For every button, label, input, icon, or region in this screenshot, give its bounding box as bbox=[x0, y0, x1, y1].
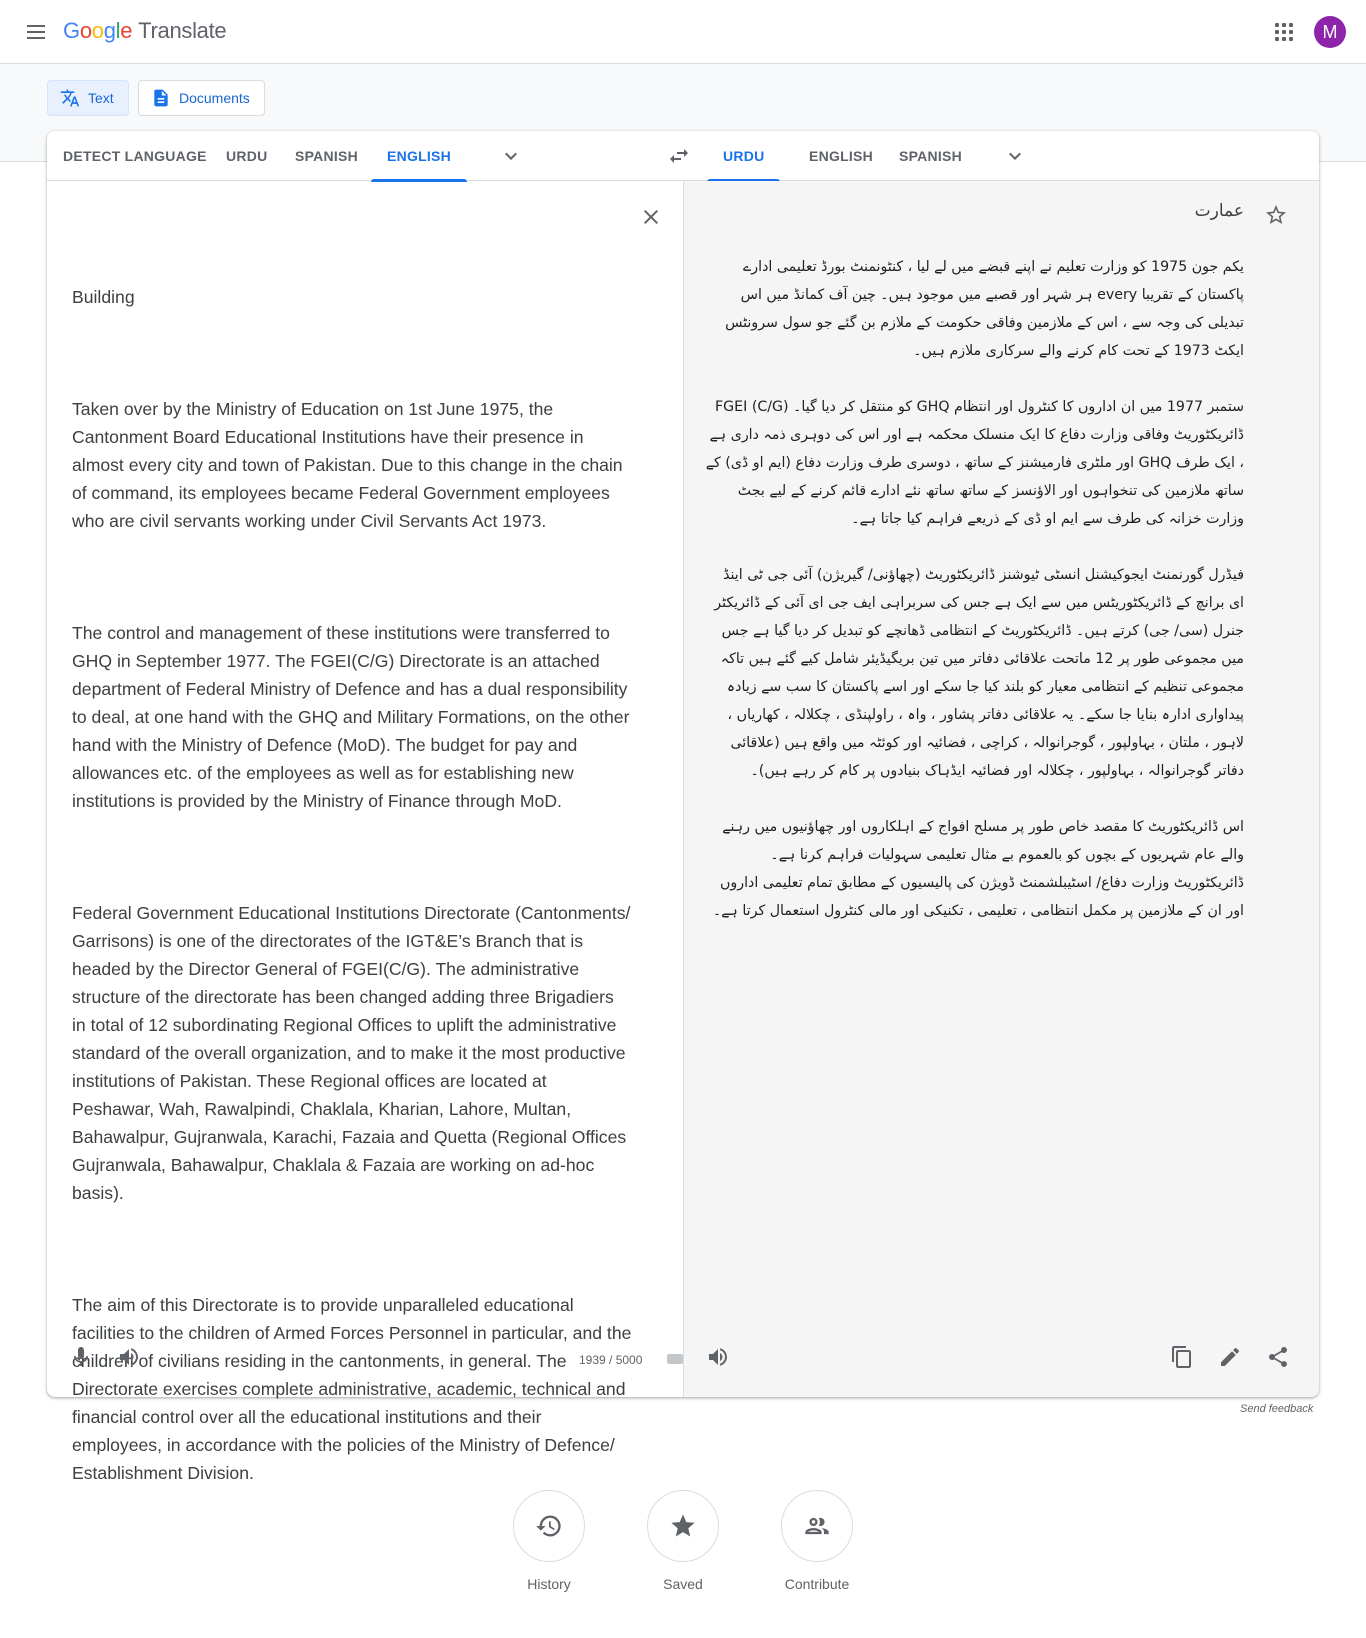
source-text-input[interactable]: Building Taken over by the Ministry of E… bbox=[72, 227, 632, 1571]
source-tab-spanish[interactable]: SPANISH bbox=[279, 131, 374, 181]
saved-button[interactable]: Saved bbox=[647, 1490, 719, 1592]
logo-letter: e bbox=[120, 18, 133, 43]
text-mode-button[interactable]: Text bbox=[47, 80, 129, 116]
source-more-languages-chevron-icon[interactable] bbox=[499, 144, 523, 168]
target-paragraph: یکم جون 1975 کو وزارت تعلیم نے اپنے قبضے… bbox=[725, 259, 1244, 359]
account-avatar[interactable]: M bbox=[1314, 16, 1346, 48]
source-paragraph: Federal Government Educational Instituti… bbox=[72, 903, 636, 1203]
translate-icon bbox=[60, 89, 80, 107]
documents-mode-button[interactable]: Documents bbox=[138, 80, 265, 116]
history-label: History bbox=[527, 1576, 571, 1592]
logo-letter: g bbox=[103, 18, 116, 43]
translation-card: DETECT LANGUAGE URDU SPANISH ENGLISH URD… bbox=[47, 131, 1319, 1483]
swap-languages-icon[interactable] bbox=[667, 144, 691, 168]
microphone-icon[interactable] bbox=[69, 1345, 93, 1369]
source-paragraph: The aim of this Directorate is to provid… bbox=[72, 1295, 637, 1483]
contribute-circle bbox=[781, 1490, 853, 1562]
source-paragraph: Taken over by the Ministry of Education … bbox=[72, 399, 628, 531]
app-header: Google Translate M bbox=[0, 0, 1366, 64]
clear-text-close-icon[interactable] bbox=[639, 205, 663, 229]
document-icon bbox=[154, 89, 168, 107]
source-listen-speaker-icon[interactable] bbox=[117, 1345, 141, 1369]
contribute-people-icon bbox=[805, 1517, 829, 1535]
suggest-edit-pencil-icon[interactable] bbox=[1218, 1345, 1242, 1369]
language-bar: DETECT LANGUAGE URDU SPANISH ENGLISH URD… bbox=[47, 131, 1319, 182]
target-paragraph: فیڈرل گورنمنٹ ایجوکیشنل انسٹی ٹیوشنز ڈائ… bbox=[714, 567, 1244, 779]
contribute-button[interactable]: Contribute bbox=[781, 1490, 853, 1592]
character-count: 1939 / 5000 bbox=[579, 1353, 643, 1367]
target-more-languages-chevron-icon[interactable] bbox=[1003, 144, 1027, 168]
save-translation-star-icon[interactable] bbox=[1264, 203, 1288, 227]
saved-circle bbox=[647, 1490, 719, 1562]
target-tab-urdu[interactable]: URDU bbox=[707, 131, 781, 182]
copy-translation-icon[interactable] bbox=[1170, 1345, 1194, 1369]
target-paragraph: ستمبر 1977 میں ان اداروں کا کنٹرول اور ا… bbox=[705, 399, 1244, 527]
source-pane: Building Taken over by the Ministry of E… bbox=[47, 181, 703, 1483]
source-paragraph: Building bbox=[72, 287, 135, 307]
source-tab-urdu[interactable]: URDU bbox=[210, 131, 283, 181]
target-listen-speaker-icon[interactable] bbox=[706, 1345, 730, 1369]
translated-text-output: یکم جون 1975 کو وزارت تعلیم نے اپنے قبضے… bbox=[704, 253, 1244, 953]
share-translation-icon[interactable] bbox=[1266, 1345, 1290, 1369]
send-feedback-link[interactable]: Send feedback bbox=[1240, 1403, 1313, 1415]
logo-letter: G bbox=[63, 18, 80, 43]
menu-line bbox=[27, 37, 45, 39]
target-paragraph: اس ڈائریکٹوریٹ کا مقصد خاص طور پر مسلح ا… bbox=[712, 819, 1244, 919]
target-tab-spanish[interactable]: SPANISH bbox=[883, 131, 978, 181]
target-tab-english[interactable]: ENGLISH bbox=[793, 131, 889, 181]
google-apps-icon[interactable] bbox=[1272, 20, 1296, 44]
google-translate-logo[interactable]: Google Translate bbox=[63, 18, 227, 44]
source-tab-english[interactable]: ENGLISH bbox=[371, 131, 467, 182]
saved-label: Saved bbox=[663, 1576, 703, 1592]
google-wordmark: Google bbox=[63, 18, 132, 44]
target-pane: عمارت یکم جون 1975 کو وزارت تعلیم نے اپن… bbox=[683, 181, 1319, 1397]
history-button[interactable]: History bbox=[513, 1490, 585, 1592]
menu-line bbox=[27, 31, 45, 33]
star-icon bbox=[671, 1514, 695, 1537]
source-paragraph: The control and management of these inst… bbox=[72, 623, 635, 811]
keyboard-icon[interactable] bbox=[667, 1354, 683, 1364]
logo-letter: o bbox=[79, 18, 92, 43]
main-menu-button[interactable] bbox=[24, 20, 48, 44]
product-name: Translate bbox=[138, 18, 227, 43]
history-icon bbox=[536, 1515, 561, 1537]
translated-title: عمارت bbox=[1194, 201, 1244, 220]
logo-letter: o bbox=[91, 18, 104, 43]
contribute-label: Contribute bbox=[784, 1576, 850, 1592]
documents-mode-label: Documents bbox=[179, 90, 250, 106]
text-mode-label: Text bbox=[88, 90, 114, 106]
history-circle bbox=[513, 1490, 585, 1562]
menu-line bbox=[27, 25, 45, 27]
source-tab-detect-language[interactable]: DETECT LANGUAGE bbox=[47, 131, 223, 181]
